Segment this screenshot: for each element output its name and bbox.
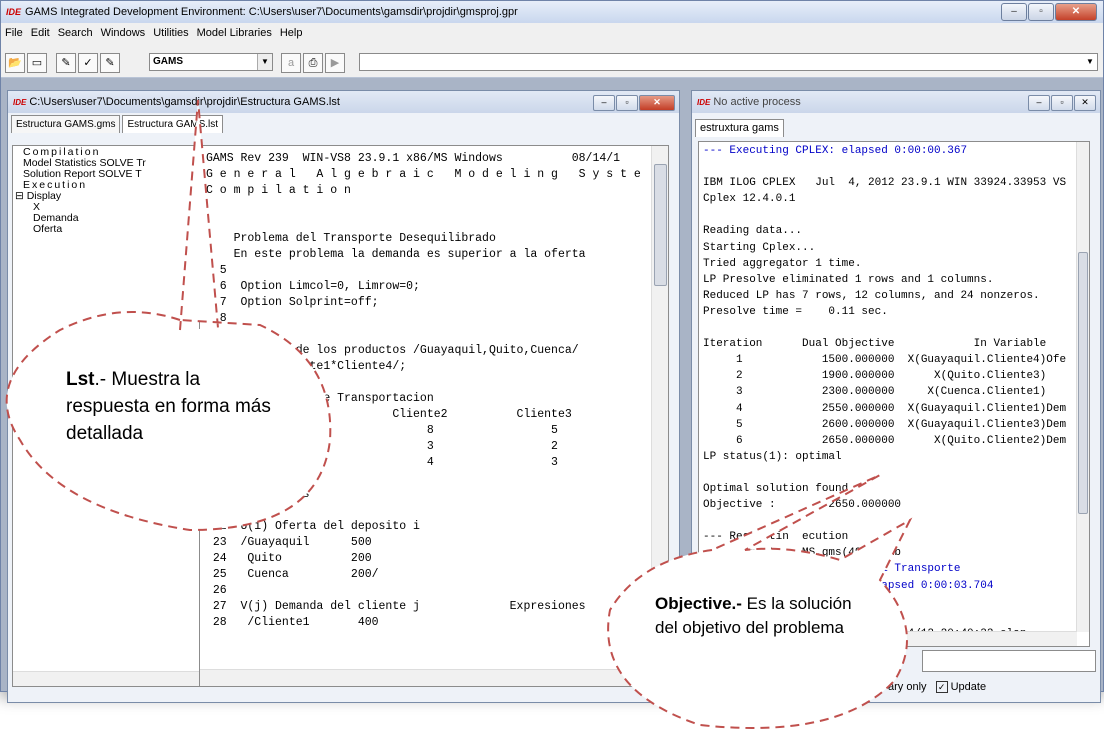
lst-callout-bubble xyxy=(5,99,332,532)
objective-callout-text: Objective.- Es la solución del objetivo … xyxy=(655,594,852,637)
lst-callout-text: Lst.- Muestra la respuesta en forma más … xyxy=(66,369,271,444)
